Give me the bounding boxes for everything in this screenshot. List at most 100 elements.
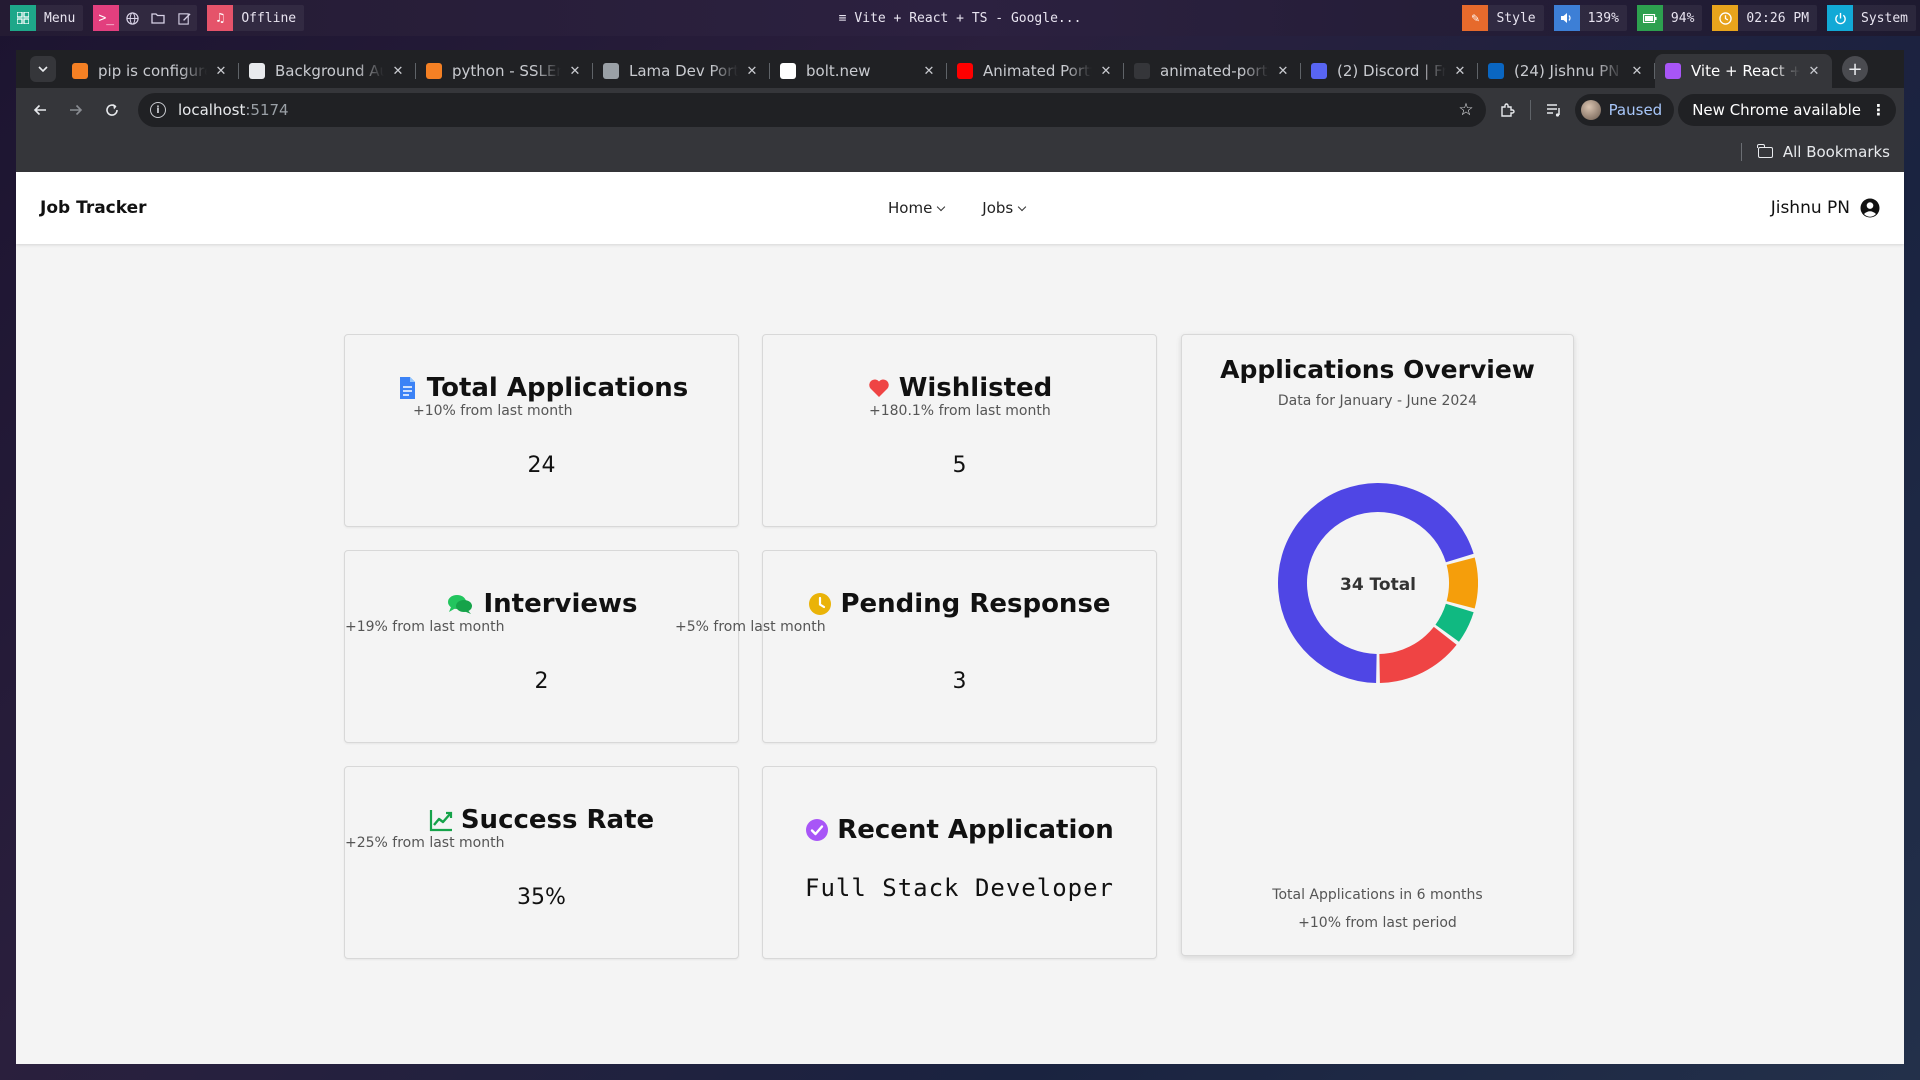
overview-footer-line1: Total Applications in 6 months (1272, 887, 1483, 903)
clock-widget[interactable]: 02:26 PM (1712, 5, 1818, 31)
browser-toolbar: i localhost:5174 ☆ Paused New Chrome ava… (16, 88, 1904, 132)
globe-icon (603, 63, 619, 79)
browser-tab[interactable]: python - SSLError ✕ (416, 54, 593, 88)
system-label: System (1861, 10, 1908, 26)
tab-search-button[interactable] (30, 56, 56, 82)
donut-slice-1[interactable] (1446, 557, 1478, 609)
bookmark-star-icon[interactable]: ☆ (1458, 100, 1473, 120)
os-top-bar: Menu >_ ♫ Offline ≡ Vite + React + TS - … (0, 0, 1920, 36)
card-subtitle: +19% from last month (345, 619, 505, 635)
browser-tab[interactable]: Background Audio ✕ (239, 54, 416, 88)
clock-label: 02:26 PM (1746, 10, 1810, 26)
all-bookmarks-button[interactable]: All Bookmarks (1783, 143, 1890, 161)
window-menu-icon[interactable]: ≡ (839, 11, 847, 26)
card-title: Total Applications (426, 373, 689, 403)
arrow-left-icon (33, 104, 46, 116)
profile-status: Paused (1608, 101, 1663, 119)
card-subtitle: +25% from last month (345, 835, 505, 851)
card-header: Pending Response +5% from last month (675, 589, 1156, 635)
card-subtitle: +10% from last month (413, 403, 573, 419)
arrow-right-icon (70, 104, 83, 116)
profile-avatar (1580, 100, 1601, 120)
extensions-button[interactable] (1490, 93, 1524, 127)
browser-tab[interactable]: Vite + React + TS ✕ (1655, 54, 1832, 88)
music-status[interactable]: ♫ Offline (207, 5, 305, 31)
card-title: Success Rate (460, 805, 655, 835)
main-nav: Home Jobs (888, 199, 1027, 217)
reload-button[interactable] (96, 94, 128, 126)
style-widget[interactable]: ✎ Style (1462, 5, 1544, 31)
address-url[interactable]: localhost:5174 (178, 101, 1458, 119)
close-icon[interactable]: ✕ (921, 63, 937, 79)
new-tab-button[interactable]: + (1842, 56, 1868, 82)
github-icon (1134, 63, 1150, 79)
music-note-icon: ♫ (207, 5, 234, 31)
power-icon (1827, 5, 1854, 31)
address-bar[interactable]: i localhost:5174 ☆ (138, 93, 1486, 127)
close-icon[interactable]: ✕ (390, 63, 406, 79)
style-label: Style (1496, 10, 1536, 26)
close-icon[interactable]: ✕ (1629, 63, 1645, 79)
overview-subtitle: Data for January - June 2024 (1277, 393, 1478, 409)
update-chrome-button[interactable]: New Chrome available ⋮ (1678, 94, 1896, 126)
browser-tab[interactable]: animated-portfolio ✕ (1124, 54, 1301, 88)
puzzle-icon (1500, 103, 1515, 117)
card-header: Recent Application (763, 815, 1156, 845)
user-menu[interactable]: Jishnu PN (1771, 198, 1880, 218)
close-icon[interactable]: ✕ (567, 63, 583, 79)
editor-icon[interactable] (171, 5, 197, 31)
app-header: Job Tracker Home Jobs Jishnu PN (16, 172, 1904, 244)
browser-tab-title: animated-portfolio (1160, 62, 1269, 80)
app-brand[interactable]: Job Tracker (40, 198, 147, 218)
reload-icon (106, 104, 118, 116)
card-value: 24 (527, 453, 556, 478)
profile-button[interactable]: Paused (1574, 94, 1675, 126)
browser-tab[interactable]: Animated Portfolio ✕ (947, 54, 1124, 88)
close-icon[interactable]: ✕ (1098, 63, 1114, 79)
terminal-icon[interactable]: >_ (93, 5, 120, 31)
browser-tab[interactable]: bolt.new ✕ (770, 54, 947, 88)
browser-tab[interactable]: pip is configured ✕ (62, 54, 239, 88)
wishlisted-card: Wishlisted +180.1% from last month 5 (762, 334, 1157, 527)
interviews-card: Interviews +19% from last month 2 (344, 550, 739, 743)
speaker-icon (1553, 5, 1580, 31)
openai-icon (249, 63, 265, 79)
user-name: Jishnu PN (1770, 198, 1850, 218)
tabs-container: pip is configured✕Background Audio✕pytho… (62, 54, 1832, 88)
browser-tab[interactable]: (2) Discord | Friends ✕ (1301, 54, 1478, 88)
volume-widget[interactable]: 139% (1553, 5, 1627, 31)
forward-button[interactable] (60, 94, 92, 126)
playlist-icon (1546, 104, 1560, 117)
browser-tab-title: (2) Discord | Friends (1337, 62, 1446, 80)
back-button[interactable] (24, 94, 56, 126)
stackoverflow-icon (426, 63, 442, 79)
close-icon[interactable]: ✕ (1452, 63, 1468, 79)
system-widget[interactable]: System (1827, 5, 1916, 31)
card-title: Pending Response (840, 589, 1111, 619)
os-menu-button[interactable]: Menu (10, 5, 84, 31)
browser-tab-title: (24) Jishnu PN (1514, 62, 1620, 80)
battery-widget[interactable]: 94% (1636, 5, 1703, 31)
browser-tab[interactable]: (24) Jishnu PN ✕ (1478, 54, 1655, 88)
chat-bubbles-icon (448, 595, 473, 614)
browser-tab-title: Animated Portfolio (983, 62, 1092, 80)
vite-icon (1665, 63, 1681, 79)
close-icon[interactable]: ✕ (744, 63, 760, 79)
folder-icon[interactable] (145, 5, 171, 31)
close-icon[interactable]: ✕ (1806, 63, 1822, 79)
card-subtitle: +180.1% from last month (869, 403, 1051, 419)
site-info-icon[interactable]: i (150, 102, 166, 118)
total-applications-card: Total Applications +10% from last month … (344, 334, 739, 527)
donut-slice-3[interactable] (1379, 626, 1457, 683)
close-icon[interactable]: ✕ (213, 63, 229, 79)
url-port: :5174 (245, 101, 289, 119)
nav-jobs[interactable]: Jobs (982, 199, 1027, 217)
card-title: Recent Application (837, 815, 1114, 845)
folder-icon (1757, 143, 1773, 158)
nav-home[interactable]: Home (888, 199, 946, 217)
globe-icon[interactable] (119, 5, 145, 31)
close-icon[interactable]: ✕ (1275, 63, 1291, 79)
media-controls-button[interactable] (1537, 93, 1571, 127)
os-launchers: >_ (93, 5, 198, 31)
browser-tab[interactable]: Lama Dev Portfolio ✕ (593, 54, 770, 88)
